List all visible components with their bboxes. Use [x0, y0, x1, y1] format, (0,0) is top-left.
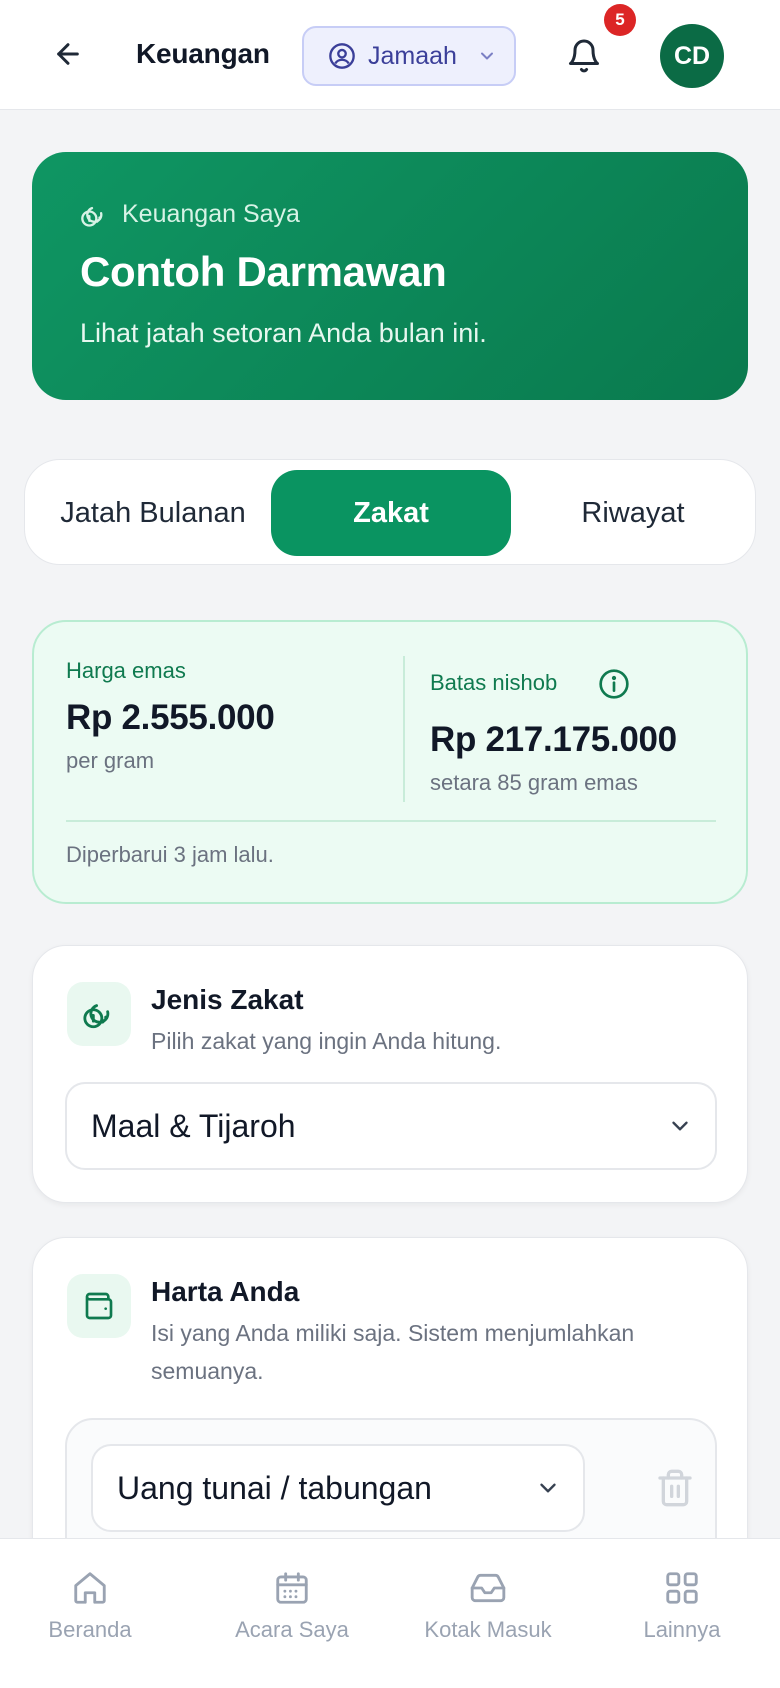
bottom-navigation: Beranda Acara Saya Kotak Masuk Lainnya [0, 1538, 780, 1688]
grid-icon [666, 1572, 698, 1604]
updated-note: Diperbarui 3 jam lalu. [66, 842, 274, 867]
gold-price-card: Harga emas Rp 2.555.000 per gram Batas n… [32, 620, 748, 904]
asset-type-select[interactable]: Uang tunai / tabungan [91, 1444, 585, 1532]
user-circle-icon [329, 43, 355, 69]
nav-kotak-masuk-label: Kotak Masuk [424, 1617, 552, 1642]
back-button[interactable] [44, 30, 92, 78]
coins-icon [81, 206, 103, 227]
nav-lainnya[interactable]: Lainnya [584, 1569, 780, 1659]
finance-tabs: Jatah Bulanan Zakat Riwayat [24, 459, 756, 565]
hero-card: Keuangan Saya Contoh Darmawan Lihat jata… [32, 152, 748, 400]
chevron-down-icon [540, 1483, 556, 1493]
notification-badge: 5 [604, 4, 636, 36]
inbox-icon [470, 1573, 506, 1603]
nav-acara-saya[interactable]: Acara Saya [194, 1569, 390, 1659]
nishob-label: Batas nishob [430, 670, 558, 695]
tab-zakat[interactable]: Zakat [271, 470, 511, 556]
zakat-type-card: Jenis Zakat Pilih zakat yang ingin Anda … [32, 945, 748, 1203]
trash-icon[interactable] [655, 1468, 695, 1508]
arrow-left-icon [57, 43, 79, 65]
zakat-type-icon-box [67, 982, 131, 1046]
nav-lainnya-label: Lainnya [643, 1617, 721, 1642]
role-label: Jamaah [368, 41, 457, 70]
hero-eyebrow: Keuangan Saya [80, 200, 300, 229]
notifications-button[interactable] [560, 30, 608, 82]
bell-icon [569, 39, 599, 73]
nav-beranda[interactable]: Beranda [0, 1569, 188, 1659]
hero-eyebrow-label: Keuangan Saya [122, 200, 300, 228]
chevron-down-icon [480, 52, 493, 60]
nav-beranda-label: Beranda [48, 1617, 132, 1642]
zakat-type-subtitle: Pilih zakat yang ingin Anda hitung. [151, 1028, 502, 1054]
page-title: Keuangan [136, 38, 270, 69]
nav-acara-saya-label: Acara Saya [235, 1617, 349, 1642]
nishob-note: setara 85 gram emas [430, 770, 638, 795]
info-icon[interactable] [598, 668, 630, 700]
coins-icon [83, 1004, 110, 1029]
top-app-bar: Keuangan Jamaah 5 CD [0, 0, 780, 110]
assets-icon-box [67, 1274, 131, 1338]
assets-subtitle: Isi yang Anda miliki saja. Sistem menjum… [151, 1320, 635, 1384]
role-switcher[interactable]: Jamaah [302, 26, 516, 86]
home-icon [74, 1572, 106, 1604]
assets-title: Harta Anda [151, 1276, 300, 1307]
gold-price-value: Rp 2.555.000 [66, 698, 275, 737]
horizontal-divider [66, 820, 716, 822]
avatar[interactable]: CD [660, 24, 724, 88]
zakat-type-select[interactable]: Maal & Tijaroh [65, 1082, 717, 1170]
asset-type-selected: Uang tunai / tabungan [117, 1469, 432, 1506]
nishob-value: Rp 217.175.000 [430, 720, 677, 759]
gold-price-label: Harga emas [66, 658, 186, 683]
zakat-type-selected: Maal & Tijaroh [91, 1107, 296, 1144]
calendar-icon [276, 1572, 308, 1604]
hero-user-name: Contoh Darmawan [80, 248, 447, 295]
nav-kotak-masuk[interactable]: Kotak Masuk [390, 1569, 586, 1659]
tab-jatah-bulanan[interactable]: Jatah Bulanan [33, 470, 273, 556]
chevron-down-icon [672, 1121, 688, 1131]
hero-subtitle: Lihat jatah setoran Anda bulan ini. [80, 318, 487, 348]
wallet-icon [85, 1292, 113, 1320]
tab-riwayat[interactable]: Riwayat [513, 470, 753, 556]
vertical-divider [403, 656, 405, 802]
zakat-type-title: Jenis Zakat [151, 984, 304, 1015]
gold-price-unit: per gram [66, 748, 155, 773]
